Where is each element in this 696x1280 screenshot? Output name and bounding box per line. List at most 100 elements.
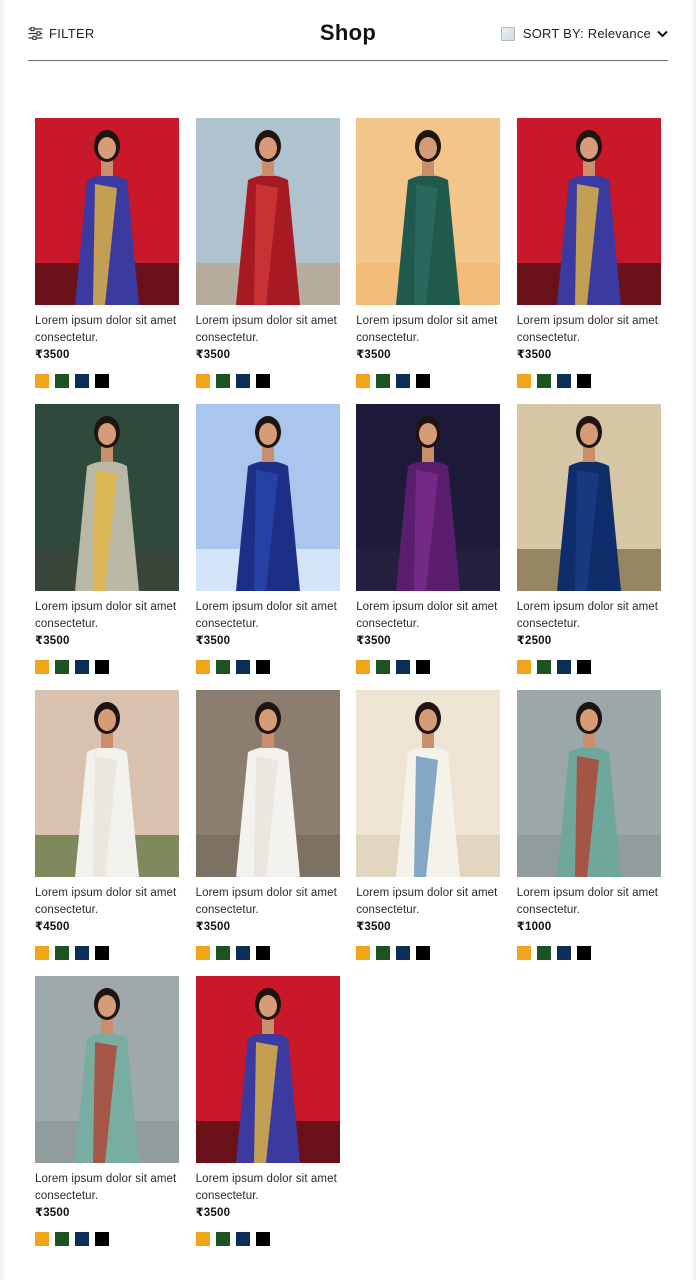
color-swatch[interactable] [356, 374, 371, 388]
product-card[interactable]: Lorem ipsum dolor sit amet consectetur. ₹… [195, 404, 340, 690]
color-swatch[interactable] [255, 660, 270, 674]
color-swatch[interactable] [195, 946, 210, 960]
product-name[interactable]: Lorem ipsum dolor sit amet consectetur. [517, 885, 661, 919]
product-card[interactable]: Lorem ipsum dolor sit amet consectetur. ₹… [35, 404, 179, 690]
product-name[interactable]: Lorem ipsum dolor sit amet consectetur. [35, 1171, 179, 1205]
color-swatch[interactable] [35, 374, 49, 388]
color-swatch[interactable] [416, 374, 431, 388]
product-image[interactable] [195, 404, 340, 591]
product-card[interactable]: Lorem ipsum dolor sit amet consectetur. ₹… [516, 118, 661, 404]
color-swatch[interactable] [516, 946, 531, 960]
product-image[interactable] [516, 404, 661, 591]
color-swatch[interactable] [95, 946, 109, 960]
product-image[interactable] [356, 690, 501, 877]
product-name[interactable]: Lorem ipsum dolor sit amet consectetur. [35, 885, 179, 919]
product-name[interactable]: Lorem ipsum dolor sit amet consectetur. [196, 1171, 340, 1205]
color-swatch[interactable] [356, 946, 371, 960]
color-swatch[interactable] [235, 660, 250, 674]
color-swatch[interactable] [55, 1232, 69, 1246]
product-image[interactable] [35, 404, 179, 591]
product-card[interactable]: Lorem ipsum dolor sit amet consectetur. ₹… [195, 976, 340, 1262]
color-swatch[interactable] [536, 374, 551, 388]
color-swatch[interactable] [416, 946, 431, 960]
product-name[interactable]: Lorem ipsum dolor sit amet consectetur. [196, 599, 340, 633]
color-swatch[interactable] [195, 1232, 210, 1246]
sort-dropdown[interactable]: SORT BY: Relevance [500, 26, 668, 41]
color-swatch[interactable] [576, 660, 591, 674]
color-swatch[interactable] [215, 374, 230, 388]
product-card[interactable]: Lorem ipsum dolor sit amet consectetur. ₹… [516, 690, 661, 976]
product-name[interactable]: Lorem ipsum dolor sit amet consectetur. [356, 599, 500, 633]
color-swatch[interactable] [576, 946, 591, 960]
color-swatch[interactable] [536, 660, 551, 674]
color-swatch[interactable] [536, 946, 551, 960]
color-swatch[interactable] [255, 374, 270, 388]
color-swatch[interactable] [255, 946, 270, 960]
product-card[interactable]: Lorem ipsum dolor sit amet consectetur. ₹… [35, 690, 179, 976]
color-swatch[interactable] [55, 660, 69, 674]
product-name[interactable]: Lorem ipsum dolor sit amet consectetur. [35, 599, 179, 633]
color-swatch[interactable] [516, 660, 531, 674]
color-swatch[interactable] [376, 374, 391, 388]
product-name[interactable]: Lorem ipsum dolor sit amet consectetur. [517, 599, 661, 633]
product-image[interactable] [195, 690, 340, 877]
color-swatch[interactable] [416, 660, 431, 674]
product-image[interactable] [195, 976, 340, 1163]
color-swatch[interactable] [356, 660, 371, 674]
product-card[interactable]: Lorem ipsum dolor sit amet consectetur. ₹… [35, 118, 179, 404]
color-swatch[interactable] [75, 660, 89, 674]
product-card[interactable]: Lorem ipsum dolor sit amet consectetur. ₹… [356, 690, 501, 976]
product-name[interactable]: Lorem ipsum dolor sit amet consectetur. [196, 313, 340, 347]
color-swatch[interactable] [215, 1232, 230, 1246]
color-swatch[interactable] [235, 1232, 250, 1246]
color-swatch[interactable] [35, 660, 49, 674]
color-swatch[interactable] [75, 1232, 89, 1246]
color-swatch[interactable] [396, 660, 411, 674]
color-swatch[interactable] [396, 374, 411, 388]
color-swatch[interactable] [396, 946, 411, 960]
color-swatch[interactable] [35, 946, 49, 960]
product-image[interactable] [35, 690, 179, 877]
color-swatch[interactable] [255, 1232, 270, 1246]
product-name[interactable]: Lorem ipsum dolor sit amet consectetur. [35, 313, 179, 347]
color-swatch[interactable] [376, 660, 391, 674]
product-image[interactable] [35, 118, 179, 305]
color-swatch[interactable] [75, 946, 89, 960]
color-swatch[interactable] [195, 660, 210, 674]
product-card[interactable]: Lorem ipsum dolor sit amet consectetur. ₹… [195, 118, 340, 404]
color-swatches [35, 1232, 179, 1246]
product-name[interactable]: Lorem ipsum dolor sit amet consectetur. [517, 313, 661, 347]
color-swatch[interactable] [95, 1232, 109, 1246]
color-swatch[interactable] [95, 660, 109, 674]
color-swatch[interactable] [55, 946, 69, 960]
product-image[interactable] [195, 118, 340, 305]
color-swatch[interactable] [235, 946, 250, 960]
color-swatch[interactable] [576, 374, 591, 388]
color-swatch[interactable] [376, 946, 391, 960]
product-image[interactable] [516, 690, 661, 877]
product-image[interactable] [356, 118, 501, 305]
color-swatch[interactable] [55, 374, 69, 388]
product-card[interactable]: Lorem ipsum dolor sit amet consectetur. ₹… [516, 404, 661, 690]
color-swatch[interactable] [235, 374, 250, 388]
color-swatch[interactable] [95, 374, 109, 388]
color-swatch[interactable] [75, 374, 89, 388]
product-name[interactable]: Lorem ipsum dolor sit amet consectetur. [356, 313, 500, 347]
product-image[interactable] [516, 118, 661, 305]
color-swatch[interactable] [516, 374, 531, 388]
product-image[interactable] [356, 404, 501, 591]
product-card[interactable]: Lorem ipsum dolor sit amet consectetur. ₹… [35, 976, 179, 1262]
color-swatch[interactable] [35, 1232, 49, 1246]
color-swatch[interactable] [556, 660, 571, 674]
product-image[interactable] [35, 976, 179, 1163]
product-card[interactable]: Lorem ipsum dolor sit amet consectetur. ₹… [356, 404, 501, 690]
color-swatch[interactable] [556, 374, 571, 388]
color-swatch[interactable] [215, 660, 230, 674]
color-swatch[interactable] [556, 946, 571, 960]
product-card[interactable]: Lorem ipsum dolor sit amet consectetur. ₹… [195, 690, 340, 976]
product-name[interactable]: Lorem ipsum dolor sit amet consectetur. [196, 885, 340, 919]
color-swatch[interactable] [195, 374, 210, 388]
product-card[interactable]: Lorem ipsum dolor sit amet consectetur. ₹… [356, 118, 501, 404]
color-swatch[interactable] [215, 946, 230, 960]
product-name[interactable]: Lorem ipsum dolor sit amet consectetur. [356, 885, 500, 919]
